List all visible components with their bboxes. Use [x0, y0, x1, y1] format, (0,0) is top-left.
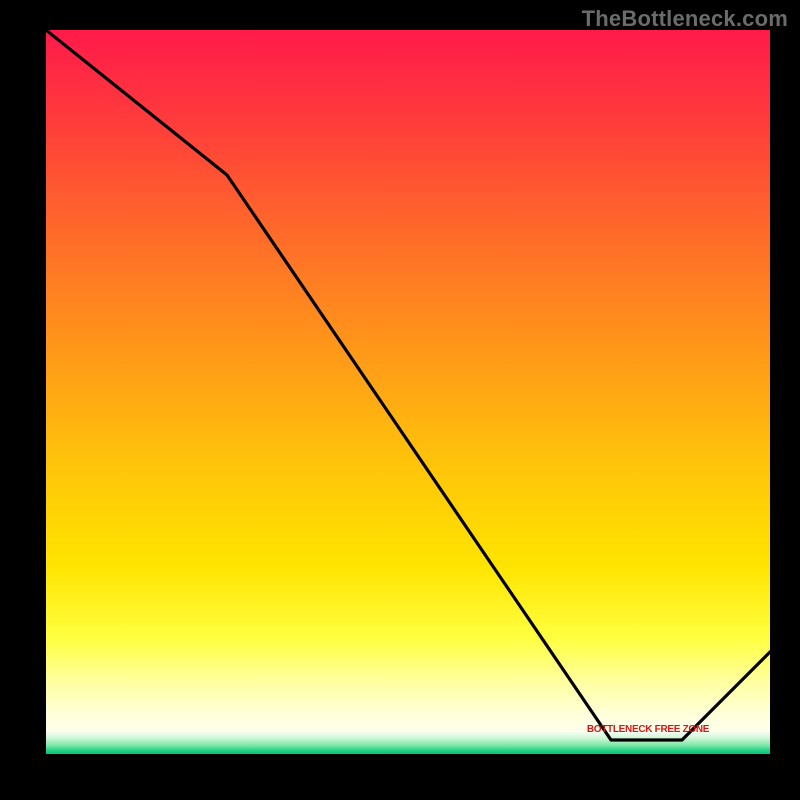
bottleneck-free-zone-label: BOTTLENECK FREE ZONE [587, 724, 710, 735]
curve-layer: BOTTLENECK FREE ZONE [46, 30, 770, 754]
watermark-text: TheBottleneck.com [582, 6, 788, 32]
bottleneck-curve [46, 30, 770, 740]
chart-container: TheBottleneck.com BOTTLENECK FREE ZONE [0, 0, 800, 800]
plot-area: BOTTLENECK FREE ZONE [46, 30, 770, 754]
